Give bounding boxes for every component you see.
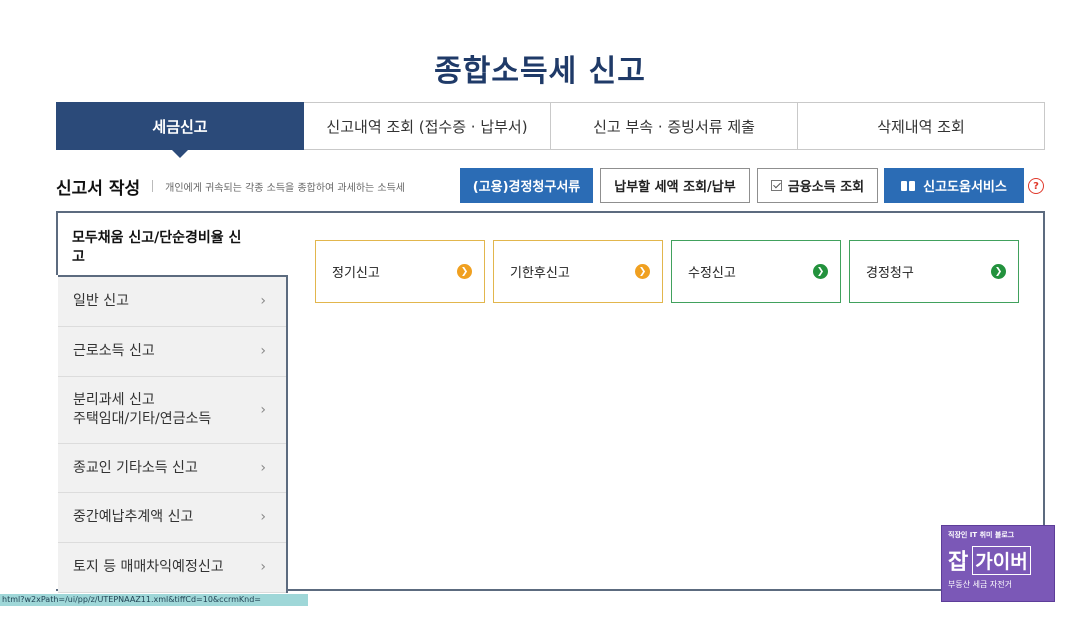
filing-help-service-button[interactable]: 신고도움서비스 bbox=[884, 168, 1024, 203]
card-label: 정기신고 bbox=[332, 266, 380, 281]
book-icon bbox=[901, 180, 916, 191]
chevron-right-icon: › bbox=[260, 343, 266, 359]
late-filing-card[interactable]: 기한후신고 ❯ bbox=[493, 240, 663, 303]
chevron-right-icon: › bbox=[260, 401, 266, 418]
sidebar-item-interim-prepayment[interactable]: 중간예납추계액 신고 › bbox=[58, 493, 286, 543]
tax-payment-lookup-label: 납부할 세액 조회/납부 bbox=[614, 180, 736, 195]
filing-type-cards: 정기신고 ❯ 기한후신고 ❯ 수정신고 ❯ 경정청구 ❯ bbox=[315, 240, 1019, 303]
amended-filing-card[interactable]: 수정신고 ❯ bbox=[671, 240, 841, 303]
tab-attachment-submit[interactable]: 신고 부속 · 증빙서류 제출 bbox=[550, 102, 798, 150]
regular-filing-card[interactable]: 정기신고 ❯ bbox=[315, 240, 485, 303]
status-bar-url: html?w2xPath=/ui/pp/z/UTEPNAAZ11.xml&tif… bbox=[0, 594, 308, 606]
filing-help-service-label: 신고도움서비스 bbox=[923, 180, 1007, 195]
sidebar-item-label: 근로소득 신고 bbox=[73, 343, 155, 359]
chevron-right-icon: › bbox=[260, 559, 266, 575]
tab-filing-history[interactable]: 신고내역 조회 (접수증 · 납부서) bbox=[303, 102, 551, 150]
arrow-right-circle-icon: ❯ bbox=[991, 264, 1006, 279]
sidebar-item-label: 일반 신고 bbox=[73, 293, 129, 309]
chevron-right-icon: › bbox=[260, 293, 266, 309]
correction-claim-docs-button[interactable]: (고용)경정청구서류 bbox=[460, 168, 593, 203]
sidebar-item-general[interactable]: 일반 신고 › bbox=[58, 277, 286, 327]
watermark-tagline: 직장인 IT 취미 블로그 bbox=[948, 531, 1015, 539]
financial-income-lookup-button[interactable]: 금융소득 조회 bbox=[757, 168, 878, 203]
divider bbox=[152, 180, 154, 192]
card-label: 경정청구 bbox=[866, 266, 914, 281]
correction-claim-card[interactable]: 경정청구 ❯ bbox=[849, 240, 1019, 303]
page-title: 종합소득세 신고 bbox=[434, 54, 646, 89]
watermark-subtitle: 부동산 세금 자전거 bbox=[948, 580, 1012, 589]
arrow-right-circle-icon: ❯ bbox=[457, 264, 472, 279]
sidebar-item-religious[interactable]: 종교인 기타소득 신고 › bbox=[58, 444, 286, 493]
sidebar-item-land-sale[interactable]: 토지 등 매매차익예정신고 › bbox=[58, 543, 286, 593]
tab-tax-filing[interactable]: 세금신고 bbox=[56, 102, 304, 158]
sidebar-list: 일반 신고 › 근로소득 신고 › 분리과세 신고 주택임대/기타/연금소득 ›… bbox=[58, 275, 288, 593]
watermark-name: 가이버 bbox=[972, 545, 1031, 575]
section-title: 신고서 작성 bbox=[56, 178, 141, 199]
card-label: 수정신고 bbox=[688, 266, 736, 281]
sidebar-item-label: 종교인 기타소득 신고 bbox=[73, 459, 198, 476]
watermark-logo-char: 잡 bbox=[948, 550, 969, 575]
sidebar-item-label: 토지 등 매매차익예정신고 bbox=[73, 559, 224, 575]
card-label: 기한후신고 bbox=[510, 266, 570, 281]
help-icon[interactable]: ? bbox=[1028, 178, 1044, 194]
sidebar-item-separate-taxation[interactable]: 분리과세 신고 주택임대/기타/연금소득 › bbox=[58, 377, 286, 444]
tab-bar: 세금신고 신고내역 조회 (접수증 · 납부서) 신고 부속 · 증빙서류 제출… bbox=[56, 102, 1045, 158]
arrow-right-circle-icon: ❯ bbox=[635, 264, 650, 279]
tab-deleted-history[interactable]: 삭제내역 조회 bbox=[797, 102, 1045, 150]
arrow-right-circle-icon: ❯ bbox=[813, 264, 828, 279]
financial-income-lookup-label: 금융소득 조회 bbox=[787, 180, 865, 195]
correction-claim-docs-label: (고용)경정청구서류 bbox=[472, 180, 581, 195]
section-description: 개인에게 귀속되는 각종 소득을 종합하여 과세하는 소득세 bbox=[165, 182, 405, 194]
blog-watermark: 직장인 IT 취미 블로그 잡 가이버 부동산 세금 자전거 bbox=[941, 525, 1055, 602]
chevron-right-icon: › bbox=[260, 509, 266, 525]
sidebar-item-prefilled[interactable]: 모두채움 신고/단순경비율 신고 bbox=[58, 213, 248, 275]
sidebar-item-label: 분리과세 신고 주택임대/기타/연금소득 bbox=[73, 392, 212, 427]
sidebar-item-label: 중간예납추계액 신고 bbox=[73, 509, 194, 525]
sidebar-item-earned-income[interactable]: 근로소득 신고 › bbox=[58, 327, 286, 377]
sidebar: 모두채움 신고/단순경비율 신고 일반 신고 › 근로소득 신고 › 분리과세 … bbox=[58, 213, 288, 613]
chevron-right-icon: › bbox=[260, 459, 266, 476]
checkbox-icon bbox=[770, 180, 782, 191]
tax-payment-lookup-button[interactable]: 납부할 세액 조회/납부 bbox=[600, 168, 750, 203]
